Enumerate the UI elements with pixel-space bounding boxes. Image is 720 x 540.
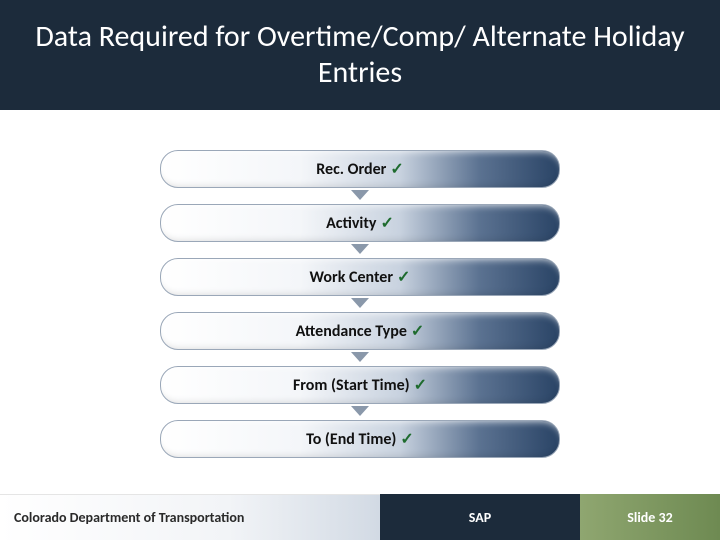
footer-org-text: Colorado Department of Transportation bbox=[14, 509, 244, 526]
check-icon: ✓ bbox=[397, 267, 410, 287]
step-work-center: Work Center ✓ bbox=[160, 258, 560, 296]
footer-slide-text: Slide 32 bbox=[627, 509, 672, 526]
footer-system: SAP bbox=[380, 494, 580, 540]
footer-system-text: SAP bbox=[469, 509, 491, 526]
step-from-time: From (Start Time) ✓ bbox=[160, 366, 560, 404]
check-icon: ✓ bbox=[414, 375, 427, 395]
footer-slide-number: Slide 32 bbox=[580, 494, 720, 540]
check-icon: ✓ bbox=[411, 321, 424, 341]
footer-org: Colorado Department of Transportation bbox=[0, 494, 380, 540]
check-icon: ✓ bbox=[390, 159, 403, 179]
slide-title: Data Required for Overtime/Comp/ Alterna… bbox=[0, 0, 720, 110]
slide-footer: Colorado Department of Transportation SA… bbox=[0, 494, 720, 540]
chevron-down-icon bbox=[351, 244, 369, 254]
arrow-connector bbox=[160, 404, 560, 420]
step-label: Work Center bbox=[310, 268, 394, 287]
step-activity: Activity ✓ bbox=[160, 204, 560, 242]
step-label: Rec. Order bbox=[316, 160, 386, 179]
flow-diagram: Rec. Order ✓ Activity ✓ Work Center ✓ At… bbox=[160, 150, 560, 458]
arrow-connector bbox=[160, 296, 560, 312]
step-label: Activity bbox=[326, 214, 376, 233]
step-attendance-type: Attendance Type ✓ bbox=[160, 312, 560, 350]
check-icon: ✓ bbox=[380, 213, 393, 233]
arrow-connector bbox=[160, 350, 560, 366]
step-label: Attendance Type bbox=[296, 322, 407, 341]
arrow-connector bbox=[160, 188, 560, 204]
step-label: From (Start Time) bbox=[293, 376, 410, 395]
chevron-down-icon bbox=[351, 190, 369, 200]
step-label: To (End Time) bbox=[306, 430, 396, 449]
chevron-down-icon bbox=[351, 406, 369, 416]
step-to-time: To (End Time) ✓ bbox=[160, 420, 560, 458]
arrow-connector bbox=[160, 242, 560, 258]
step-rec-order: Rec. Order ✓ bbox=[160, 150, 560, 188]
check-icon: ✓ bbox=[400, 429, 413, 449]
title-text: Data Required for Overtime/Comp/ Alterna… bbox=[20, 19, 700, 91]
chevron-down-icon bbox=[351, 352, 369, 362]
chevron-down-icon bbox=[351, 298, 369, 308]
